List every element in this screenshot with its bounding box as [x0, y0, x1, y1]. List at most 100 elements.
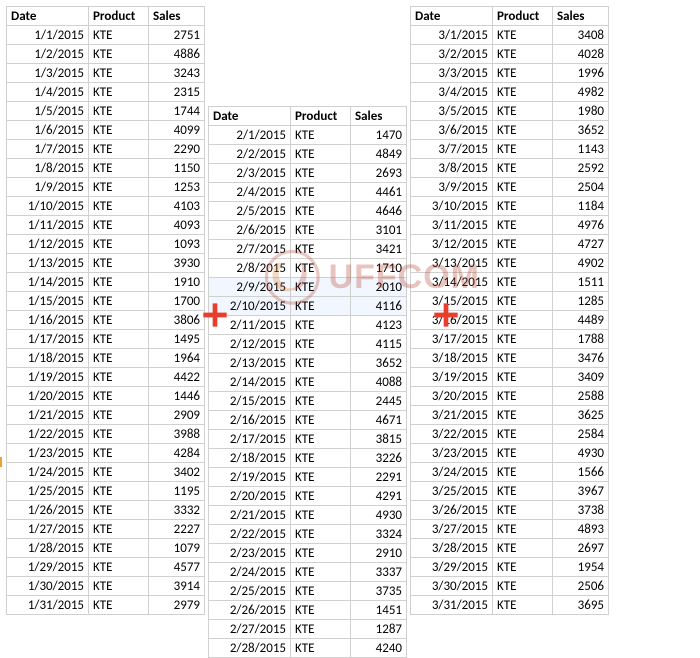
- cell-date[interactable]: 3/28/2015: [411, 539, 493, 558]
- cell-product[interactable]: KTE: [493, 539, 553, 558]
- cell-product[interactable]: KTE: [291, 316, 351, 335]
- table-row[interactable]: 1/26/2015KTE3332: [7, 501, 205, 520]
- cell-sales[interactable]: 2010: [351, 278, 407, 297]
- cell-date[interactable]: 2/28/2015: [209, 639, 291, 658]
- cell-date[interactable]: 3/13/2015: [411, 254, 493, 273]
- table-row[interactable]: 2/15/2015KTE2445: [209, 392, 407, 411]
- cell-sales[interactable]: 4886: [149, 45, 205, 64]
- cell-date[interactable]: 3/14/2015: [411, 273, 493, 292]
- table-row[interactable]: 3/30/2015KTE2506: [411, 577, 609, 596]
- cell-date[interactable]: 3/17/2015: [411, 330, 493, 349]
- table-row[interactable]: 2/17/2015KTE3815: [209, 430, 407, 449]
- table-row[interactable]: 1/23/2015KTE4284: [7, 444, 205, 463]
- cell-sales[interactable]: 4116: [351, 297, 407, 316]
- cell-product[interactable]: KTE: [493, 235, 553, 254]
- cell-sales[interactable]: 2445: [351, 392, 407, 411]
- cell-date[interactable]: 2/25/2015: [209, 582, 291, 601]
- table-row[interactable]: 3/19/2015KTE3409: [411, 368, 609, 387]
- cell-sales[interactable]: 1093: [149, 235, 205, 254]
- cell-product[interactable]: KTE: [291, 297, 351, 316]
- cell-product[interactable]: KTE: [493, 406, 553, 425]
- cell-date[interactable]: 2/21/2015: [209, 506, 291, 525]
- cell-product[interactable]: KTE: [291, 601, 351, 620]
- cell-sales[interactable]: 1495: [149, 330, 205, 349]
- cell-sales[interactable]: 1451: [351, 601, 407, 620]
- cell-date[interactable]: 2/22/2015: [209, 525, 291, 544]
- cell-product[interactable]: KTE: [89, 558, 149, 577]
- cell-date[interactable]: 2/27/2015: [209, 620, 291, 639]
- cell-sales[interactable]: 1954: [553, 558, 609, 577]
- table-row[interactable]: 1/31/2015KTE2979: [7, 596, 205, 615]
- cell-date[interactable]: 2/9/2015: [209, 278, 291, 297]
- cell-date[interactable]: 3/5/2015: [411, 102, 493, 121]
- cell-product[interactable]: KTE: [493, 330, 553, 349]
- table-row[interactable]: 1/24/2015KTE3402: [7, 463, 205, 482]
- cell-date[interactable]: 1/26/2015: [7, 501, 89, 520]
- cell-date[interactable]: 3/23/2015: [411, 444, 493, 463]
- cell-date[interactable]: 3/30/2015: [411, 577, 493, 596]
- table-row[interactable]: 2/1/2015KTE1470: [209, 126, 407, 145]
- cell-sales[interactable]: 4099: [149, 121, 205, 140]
- cell-sales[interactable]: 1079: [149, 539, 205, 558]
- cell-date[interactable]: 1/21/2015: [7, 406, 89, 425]
- cell-date[interactable]: 1/24/2015: [7, 463, 89, 482]
- cell-date[interactable]: 2/20/2015: [209, 487, 291, 506]
- table-row[interactable]: 2/3/2015KTE2693: [209, 164, 407, 183]
- cell-sales[interactable]: 4982: [553, 83, 609, 102]
- table-row[interactable]: 3/13/2015KTE4902: [411, 254, 609, 273]
- cell-sales[interactable]: 2290: [149, 140, 205, 159]
- cell-date[interactable]: 1/18/2015: [7, 349, 89, 368]
- cell-date[interactable]: 1/7/2015: [7, 140, 89, 159]
- cell-sales[interactable]: 4930: [351, 506, 407, 525]
- cell-date[interactable]: 2/7/2015: [209, 240, 291, 259]
- cell-product[interactable]: KTE: [291, 354, 351, 373]
- cell-date[interactable]: 1/23/2015: [7, 444, 89, 463]
- table-row[interactable]: 2/16/2015KTE4671: [209, 411, 407, 430]
- cell-date[interactable]: 1/17/2015: [7, 330, 89, 349]
- cell-sales[interactable]: 1710: [351, 259, 407, 278]
- cell-date[interactable]: 1/3/2015: [7, 64, 89, 83]
- cell-product[interactable]: KTE: [89, 45, 149, 64]
- table-row[interactable]: 3/14/2015KTE1511: [411, 273, 609, 292]
- table-row[interactable]: 3/29/2015KTE1954: [411, 558, 609, 577]
- cell-date[interactable]: 3/3/2015: [411, 64, 493, 83]
- table-row[interactable]: 2/27/2015KTE1287: [209, 620, 407, 639]
- cell-product[interactable]: KTE: [89, 26, 149, 45]
- cell-date[interactable]: 2/1/2015: [209, 126, 291, 145]
- table-row[interactable]: 1/25/2015KTE1195: [7, 482, 205, 501]
- cell-product[interactable]: KTE: [89, 482, 149, 501]
- cell-date[interactable]: 3/26/2015: [411, 501, 493, 520]
- cell-product[interactable]: KTE: [493, 558, 553, 577]
- cell-sales[interactable]: 1470: [351, 126, 407, 145]
- cell-sales[interactable]: 2584: [553, 425, 609, 444]
- cell-product[interactable]: KTE: [89, 121, 149, 140]
- table-row[interactable]: 1/3/2015KTE3243: [7, 64, 205, 83]
- cell-product[interactable]: KTE: [291, 278, 351, 297]
- cell-sales[interactable]: 1744: [149, 102, 205, 121]
- cell-product[interactable]: KTE: [89, 311, 149, 330]
- cell-product[interactable]: KTE: [493, 596, 553, 615]
- cell-product[interactable]: KTE: [89, 444, 149, 463]
- cell-product[interactable]: KTE: [493, 83, 553, 102]
- cell-sales[interactable]: 2291: [351, 468, 407, 487]
- cell-product[interactable]: KTE: [493, 387, 553, 406]
- cell-date[interactable]: 2/14/2015: [209, 373, 291, 392]
- cell-product[interactable]: KTE: [89, 349, 149, 368]
- table-row[interactable]: 2/5/2015KTE4646: [209, 202, 407, 221]
- cell-product[interactable]: KTE: [89, 216, 149, 235]
- table-row[interactable]: 1/9/2015KTE1253: [7, 178, 205, 197]
- table-row[interactable]: 3/31/2015KTE3695: [411, 596, 609, 615]
- cell-sales[interactable]: 4577: [149, 558, 205, 577]
- cell-sales[interactable]: 3226: [351, 449, 407, 468]
- cell-product[interactable]: KTE: [291, 639, 351, 658]
- table-row[interactable]: 1/29/2015KTE4577: [7, 558, 205, 577]
- cell-product[interactable]: KTE: [493, 520, 553, 539]
- cell-sales[interactable]: 4461: [351, 183, 407, 202]
- cell-product[interactable]: KTE: [89, 501, 149, 520]
- cell-date[interactable]: 3/24/2015: [411, 463, 493, 482]
- cell-date[interactable]: 2/3/2015: [209, 164, 291, 183]
- table-row[interactable]: 1/8/2015KTE1150: [7, 159, 205, 178]
- cell-sales[interactable]: 1184: [553, 197, 609, 216]
- table-row[interactable]: 3/18/2015KTE3476: [411, 349, 609, 368]
- cell-sales[interactable]: 3914: [149, 577, 205, 596]
